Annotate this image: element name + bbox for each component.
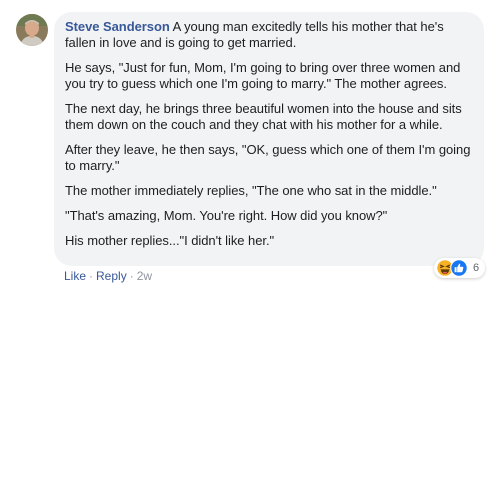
- separator: ·: [89, 269, 94, 283]
- profile-photo: [16, 14, 48, 46]
- comment-paragraph: "That's amazing, Mom. You're right. How …: [65, 208, 388, 223]
- comment-paragraph: He says, "Just for fun, Mom, I'm going t…: [65, 60, 461, 91]
- author-name[interactable]: Steve Sanderson: [65, 19, 170, 34]
- comment-paragraph: After they leave, he then says, "OK, gue…: [65, 142, 471, 173]
- like-icon: [450, 259, 468, 277]
- avatar[interactable]: [16, 14, 48, 46]
- like-link[interactable]: Like: [64, 269, 86, 283]
- comment-paragraph: Steve Sanderson A young man excitedly te…: [65, 19, 472, 51]
- comment-bubble: Steve Sanderson A young man excitedly te…: [54, 12, 484, 266]
- timestamp[interactable]: 2w: [137, 269, 152, 283]
- comment-paragraph: The next day, he brings three beautiful …: [65, 101, 462, 132]
- reactions-summary[interactable]: 6: [434, 258, 486, 278]
- comment-paragraph: His mother replies..."I didn't like her.…: [65, 233, 275, 248]
- reaction-count: 6: [473, 262, 480, 274]
- separator: ·: [129, 269, 134, 283]
- comment-actions: Like · Reply · 2w: [64, 268, 152, 284]
- reply-link[interactable]: Reply: [96, 269, 127, 283]
- comment-paragraph: The mother immediately replies, "The one…: [65, 183, 437, 198]
